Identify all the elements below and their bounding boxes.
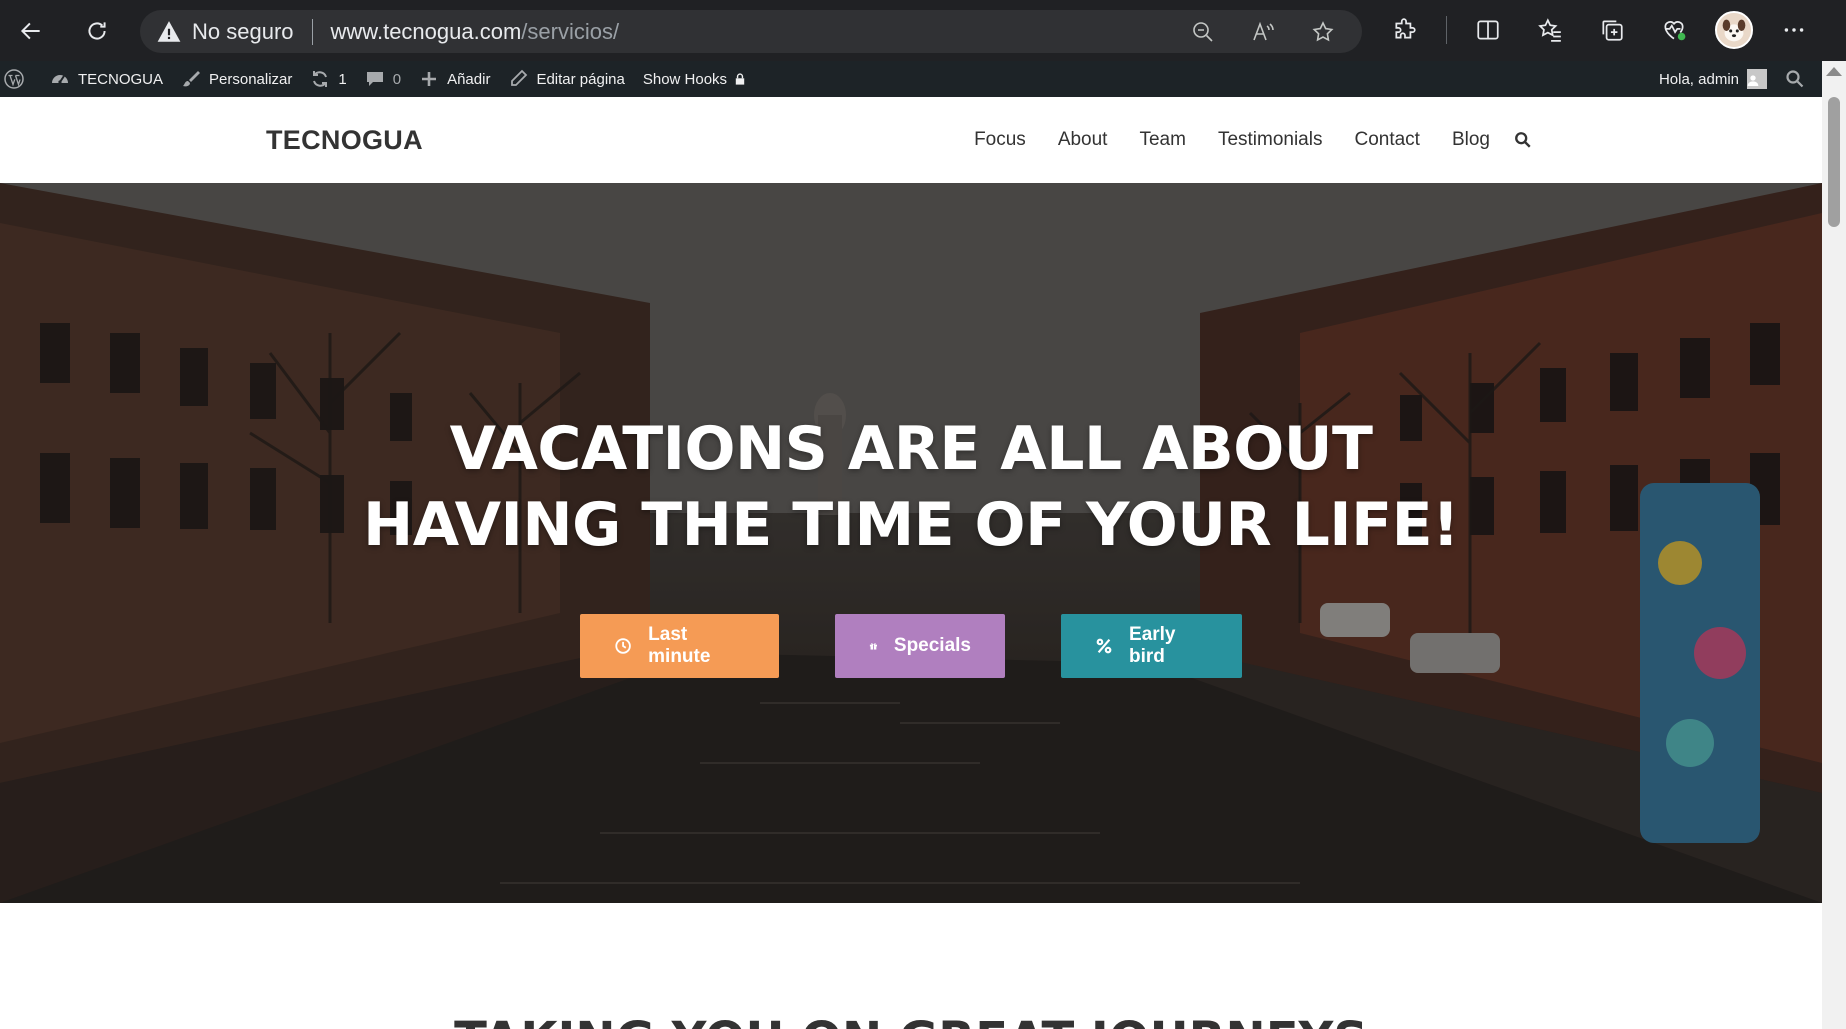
last-minute-button[interactable]: Last minute (580, 614, 779, 678)
last-minute-label: Last minute (648, 624, 711, 667)
url-host[interactable]: www.tecnogua.com (331, 19, 522, 45)
specials-button[interactable]: Specials (835, 614, 1005, 678)
browser-essentials-button[interactable] (1653, 9, 1695, 51)
add-new-label: Añadir (447, 70, 491, 88)
address-separator (311, 18, 313, 45)
hero-title: VACATIONS ARE ALL ABOUT HAVING THE TIME … (0, 411, 1822, 563)
url-path[interactable]: /servicios/ (521, 19, 619, 45)
nav-item-team[interactable]: Team (1139, 129, 1185, 151)
security-label[interactable]: No seguro (192, 19, 294, 45)
refresh-button[interactable] (76, 10, 118, 52)
read-aloud-button[interactable] (1246, 18, 1280, 46)
show-hooks-link[interactable]: Show Hooks (634, 61, 756, 97)
hero-section: VACATIONS ARE ALL ABOUT HAVING THE TIME … (0, 183, 1822, 903)
clock-icon (615, 638, 631, 654)
comments-link[interactable]: 0 (356, 61, 410, 97)
scroll-thumb[interactable] (1828, 97, 1840, 227)
updates-count: 1 (338, 70, 347, 88)
favorites-icon (1538, 18, 1561, 42)
split-screen-icon (1477, 20, 1499, 40)
refresh-icon (88, 22, 106, 40)
extensions-icon (1395, 18, 1416, 39)
site-title[interactable]: TECNOGUA (266, 125, 423, 156)
warning-icon (156, 19, 182, 45)
site-name-label: TECNOGUA (78, 70, 164, 88)
paintbrush-icon (183, 71, 201, 87)
greeting-label: Hola, admin (1658, 70, 1739, 88)
wp-logo-menu[interactable] (0, 61, 41, 97)
favorite-star-icon (1312, 21, 1334, 42)
site-header: TECNOGUA Focus About Team Testimonials C… (0, 97, 1822, 183)
admin-avatar (1747, 69, 1767, 89)
page-scrollbar[interactable] (1822, 61, 1846, 1029)
toolbar-separator (1446, 16, 1447, 44)
my-account-menu[interactable]: Hola, admin (1650, 61, 1776, 97)
edit-page-label: Editar página (536, 70, 625, 88)
early-bird-label: Early bird (1129, 624, 1176, 667)
customize-label: Personalizar (209, 70, 293, 88)
early-bird-button[interactable]: Early bird (1061, 614, 1242, 678)
browser-essentials-icon (1664, 21, 1686, 41)
percent-icon (1096, 638, 1112, 654)
plus-icon (422, 72, 437, 86)
collections-icon (1602, 20, 1623, 41)
admin-search-button[interactable] (1776, 61, 1822, 97)
comment-bubble-icon (366, 72, 383, 86)
favorite-button[interactable] (1306, 18, 1340, 46)
dashboard-gauge-icon (52, 75, 68, 84)
zoom-out-button[interactable] (1186, 18, 1220, 46)
nav-item-about[interactable]: About (1058, 129, 1108, 151)
lock-icon (735, 73, 745, 85)
pencil-icon (511, 69, 528, 86)
zoom-out-icon (1193, 22, 1213, 42)
split-screen-button[interactable] (1467, 9, 1509, 51)
wp-admin-bar: TECNOGUA Personalizar 1 0 Añadir Editar … (0, 61, 1822, 97)
hero-button-group: Last minute Specials Early bird (0, 614, 1822, 678)
main-navigation: Focus About Team Testimonials Contact Bl… (942, 97, 1532, 183)
next-section-heading: TAKING YOU ON GREAT JOURNEYS (0, 1012, 1822, 1029)
updates-link[interactable]: 1 (301, 61, 355, 97)
customize-link[interactable]: Personalizar (172, 61, 301, 97)
back-arrow-icon (20, 22, 40, 40)
more-menu-button[interactable] (1773, 9, 1815, 51)
wordpress-logo-icon (4, 69, 24, 89)
updates-icon (313, 71, 328, 87)
back-button[interactable] (10, 10, 52, 52)
favorites-button[interactable] (1529, 9, 1571, 51)
search-icon (1515, 132, 1531, 148)
address-bar[interactable]: No seguro www.tecnogua.com/servicios/ (140, 10, 1362, 53)
gift-icon (869, 643, 878, 650)
comments-count: 0 (392, 70, 402, 88)
extensions-button[interactable] (1384, 9, 1426, 51)
nav-item-contact[interactable]: Contact (1354, 129, 1419, 151)
scroll-up-arrow-icon[interactable] (1826, 67, 1842, 76)
profile-avatar[interactable] (1715, 11, 1753, 49)
show-hooks-label: Show Hooks (642, 70, 728, 88)
more-menu-icon (1784, 28, 1804, 32)
nav-item-testimonials[interactable]: Testimonials (1218, 129, 1323, 151)
edit-page-link[interactable]: Editar página (499, 61, 633, 97)
nav-search-button[interactable] (1490, 131, 1532, 149)
read-aloud-icon (1253, 21, 1274, 41)
nav-item-focus[interactable]: Focus (974, 129, 1026, 151)
hero-title-line-2: HAVING THE TIME OF YOUR LIFE! (363, 490, 1459, 560)
collections-button[interactable] (1591, 9, 1633, 51)
site-name-menu[interactable]: TECNOGUA (41, 61, 172, 97)
add-new-menu[interactable]: Añadir (410, 61, 499, 97)
specials-label: Specials (893, 635, 971, 656)
browser-toolbar: No seguro www.tecnogua.com/servicios/ (0, 0, 1846, 61)
search-icon (1786, 70, 1804, 88)
nav-item-blog[interactable]: Blog (1452, 129, 1490, 151)
hero-title-line-1: VACATIONS ARE ALL ABOUT (449, 414, 1373, 484)
